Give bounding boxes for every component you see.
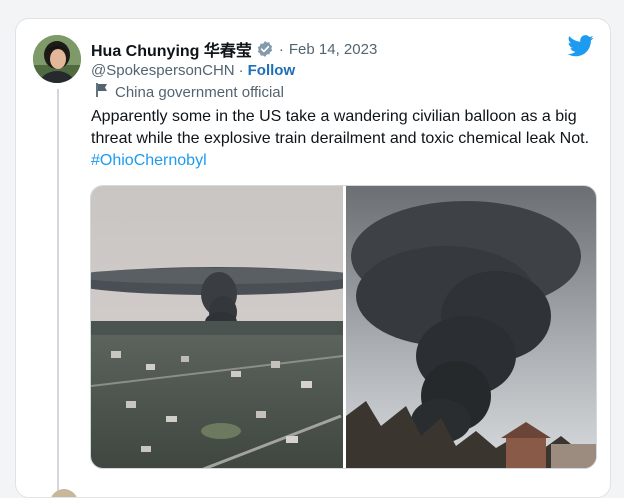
government-label-text: China government official	[115, 83, 284, 101]
author-name[interactable]: Hua Chunying 华春莹	[91, 37, 252, 61]
tweet-card[interactable]: Hua Chunying 华春莹 · Feb 14, 2023 @Spokesp…	[15, 18, 611, 498]
hashtag-link[interactable]: #OhioChernobyl	[91, 152, 207, 169]
dot-separator: ·	[278, 40, 284, 58]
dot-separator: ·	[238, 61, 244, 79]
tweet-text: Apparently some in the US take a wanderi…	[91, 106, 601, 172]
handle-row: @SpokespersonCHN · Follow	[91, 60, 295, 80]
media-photo-smoke-plume[interactable]	[346, 186, 596, 468]
media-photo-aerial-smoke[interactable]	[91, 186, 366, 468]
twitter-bird-icon[interactable]	[567, 35, 594, 62]
author-handle[interactable]: @SpokespersonCHN	[91, 62, 235, 79]
author-avatar[interactable]	[33, 35, 81, 83]
government-label: China government official	[95, 82, 284, 102]
author-row: Hua Chunying 华春莹 · Feb 14, 2023	[91, 37, 377, 61]
flag-icon	[95, 82, 115, 102]
follow-button[interactable]: Follow	[248, 62, 296, 79]
reply-avatar[interactable]	[50, 489, 78, 497]
thread-line	[57, 89, 59, 497]
tweet-media[interactable]	[90, 185, 597, 469]
verified-badge-icon	[256, 40, 274, 58]
tweet-date[interactable]: Feb 14, 2023	[289, 41, 377, 58]
tweet-body: Apparently some in the US take a wanderi…	[91, 108, 590, 147]
